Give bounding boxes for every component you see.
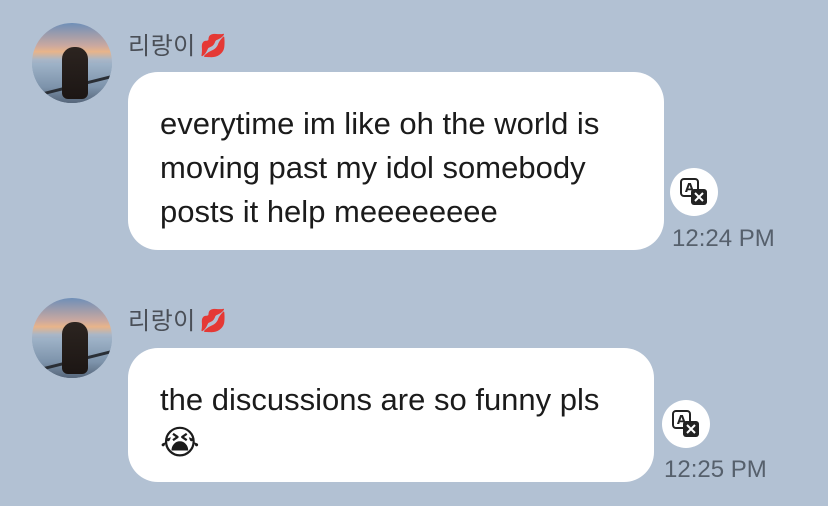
kiss-mark-icon: 💋 [199,33,228,58]
sender-name-text: 리랑이 [128,308,196,335]
avatar-image-figure [62,322,88,374]
timestamp: 12:24 PM [672,225,775,252]
chat-view: 리랑이 💋 everytime im like oh the world is m… [0,0,828,506]
translate-button[interactable]: A [670,168,718,216]
translate-icon: A [672,410,699,437]
loudly-crying-face-emoji: 😭 [160,424,200,462]
translate-button[interactable]: A [662,400,710,448]
sender-name[interactable]: 리랑이 💋 [128,301,228,336]
avatar[interactable] [32,23,112,103]
kiss-mark-icon: 💋 [199,308,228,333]
message-line: posts it help meeeeeeee [160,194,498,229]
avatar-image-figure [62,47,88,99]
avatar[interactable] [32,298,112,378]
message-line: moving past my idol somebody [160,150,586,185]
message-bubble[interactable]: everytime im like oh the world is moving… [128,72,664,250]
message-bubble[interactable]: the discussions are so funny pls 😭 [128,348,654,482]
timestamp: 12:25 PM [664,456,767,483]
sender-name-text: 리랑이 [128,33,196,60]
message-line: the discussions are so funny pls [160,382,600,417]
sender-name[interactable]: 리랑이 💋 [128,26,228,61]
translate-icon: A [680,178,707,205]
message-line: everytime im like oh the world is [160,106,600,141]
